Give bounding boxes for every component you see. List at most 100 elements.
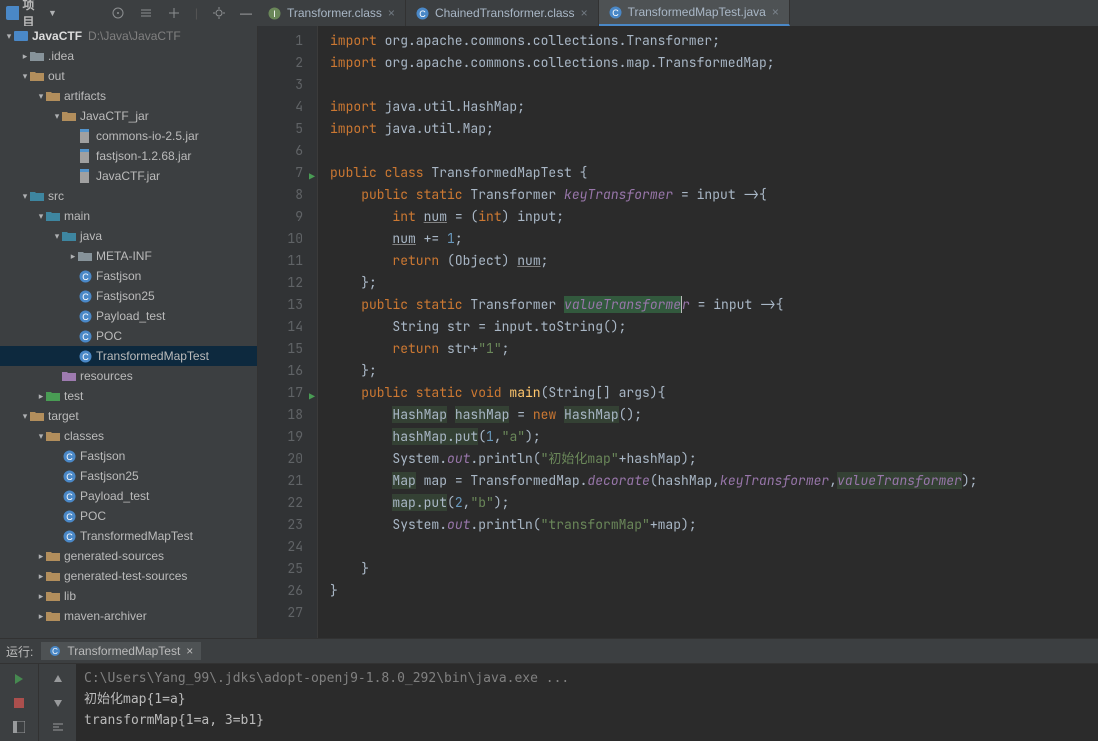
code-area[interactable]: import org.apache.commons.collections.Tr… [318, 26, 1098, 638]
close-icon[interactable]: × [186, 644, 193, 658]
up-icon[interactable] [49, 670, 67, 688]
code-line-11[interactable]: return (Object) num; [330, 250, 1098, 272]
tree-root[interactable]: ▾ JavaCTF D:\Java\JavaCTF [0, 26, 257, 46]
code-line-2[interactable]: import org.apache.commons.collections.ma… [330, 52, 1098, 74]
tab-TransformedMapTest-java[interactable]: CTransformedMapTest.java× [599, 0, 790, 26]
svg-text:C: C [82, 292, 89, 302]
code-line-4[interactable]: import java.util.HashMap; [330, 96, 1098, 118]
code-line-26[interactable]: } [330, 580, 1098, 602]
jar-icon [78, 129, 92, 143]
wrap-icon[interactable] [49, 718, 67, 736]
code-line-5[interactable]: import java.util.Map; [330, 118, 1098, 140]
layout-button[interactable] [10, 718, 28, 736]
code-line-14[interactable]: String str = input.toString(); [330, 316, 1098, 338]
tree-node-out[interactable]: ▾out [0, 66, 257, 86]
code-line-19[interactable]: hashMap.put(1,"a"); [330, 426, 1098, 448]
tree-node-JavaCTF-jar[interactable]: JavaCTF.jar [0, 166, 257, 186]
project-tree[interactable]: ▾ JavaCTF D:\Java\JavaCTF ▸.idea▾out▾art… [0, 26, 258, 638]
node-label: main [64, 209, 90, 223]
hide-button[interactable]: — [240, 6, 252, 20]
code-line-25[interactable]: } [330, 558, 1098, 580]
code-line-24[interactable] [330, 536, 1098, 558]
gutter[interactable]: 1234567▶891011121314151617▶1819202122232… [258, 26, 318, 638]
code-line-16[interactable]: }; [330, 360, 1098, 382]
code-line-17[interactable]: public static void main(String[] args){ [330, 382, 1098, 404]
run-tab[interactable]: C TransformedMapTest × [41, 642, 201, 660]
folder-icon [46, 429, 60, 443]
folder-test-icon [46, 389, 60, 403]
tree-node-lib[interactable]: ▸lib [0, 586, 257, 606]
tree-node-Fastjson25[interactable]: CFastjson25 [0, 286, 257, 306]
code-line-6[interactable] [330, 140, 1098, 162]
code-line-12[interactable]: }; [330, 272, 1098, 294]
folder-icon [46, 569, 60, 583]
tree-node-artifacts[interactable]: ▾artifacts [0, 86, 257, 106]
node-label: META-INF [96, 249, 152, 263]
tree-node-generated-test-sources[interactable]: ▸generated-test-sources [0, 566, 257, 586]
tree-node-main[interactable]: ▾main [0, 206, 257, 226]
code-editor[interactable]: 1234567▶891011121314151617▶1819202122232… [258, 26, 1098, 638]
tree-node-test[interactable]: ▸test [0, 386, 257, 406]
class-icon: C [62, 509, 76, 523]
collapse-icon[interactable] [139, 6, 153, 20]
tree-node-target[interactable]: ▾target [0, 406, 257, 426]
node-label: maven-archiver [64, 609, 147, 623]
tree-node-fastjson-1-2-68-jar[interactable]: fastjson-1.2.68.jar [0, 146, 257, 166]
target-icon[interactable] [111, 6, 125, 20]
tree-node-POC[interactable]: CPOC [0, 506, 257, 526]
console-output[interactable]: C:\Users\Yang_99\.jdks\adopt-openj9-1.8.… [76, 664, 1098, 741]
code-line-3[interactable] [330, 74, 1098, 96]
code-line-8[interactable]: public static Transformer keyTransformer… [330, 184, 1098, 206]
gear-icon[interactable] [212, 6, 226, 20]
code-line-23[interactable]: System.out.println("transformMap"+map); [330, 514, 1098, 536]
rerun-button[interactable] [10, 670, 28, 688]
tree-node-JavaCTF-jar[interactable]: ▾JavaCTF_jar [0, 106, 257, 126]
code-line-21[interactable]: Map map = TransformedMap.decorate(hashMa… [330, 470, 1098, 492]
code-line-20[interactable]: System.out.println("初始化map"+hashMap); [330, 448, 1098, 470]
code-line-15[interactable]: return str+"1"; [330, 338, 1098, 360]
folder-res-icon [62, 369, 76, 383]
folder-gray-icon [78, 249, 92, 263]
code-line-13[interactable]: public static Transformer valueTransform… [330, 294, 1098, 316]
tree-node-generated-sources[interactable]: ▸generated-sources [0, 546, 257, 566]
node-label: JavaCTF.jar [96, 169, 160, 183]
tree-node-maven-archiver[interactable]: ▸maven-archiver [0, 606, 257, 626]
tab-label: Transformer.class [287, 6, 382, 20]
tree-node-TransformedMapTest[interactable]: CTransformedMapTest [0, 526, 257, 546]
tree-node-commons-io-2-5-jar[interactable]: commons-io-2.5.jar [0, 126, 257, 146]
code-line-10[interactable]: num += 1; [330, 228, 1098, 250]
tree-node-Fastjson[interactable]: CFastjson [0, 266, 257, 286]
tree-node-Fastjson[interactable]: CFastjson [0, 446, 257, 466]
close-icon[interactable]: × [388, 6, 395, 20]
code-line-27[interactable] [330, 602, 1098, 624]
tree-node-java[interactable]: ▾java [0, 226, 257, 246]
svg-text:C: C [52, 647, 58, 656]
tab-Transformer-class[interactable]: ITransformer.class× [258, 0, 406, 26]
tree-node-Fastjson25[interactable]: CFastjson25 [0, 466, 257, 486]
node-label: Fastjson25 [80, 469, 139, 483]
close-icon[interactable]: × [581, 6, 588, 20]
tree-node-resources[interactable]: resources [0, 366, 257, 386]
expand-icon[interactable] [167, 6, 181, 20]
code-line-22[interactable]: map.put(2,"b"); [330, 492, 1098, 514]
code-line-18[interactable]: HashMap hashMap = new HashMap(); [330, 404, 1098, 426]
tree-node-META-INF[interactable]: ▸META-INF [0, 246, 257, 266]
project-tool-label[interactable]: 项目 ▼ | — [0, 0, 258, 26]
tree-node-classes[interactable]: ▾classes [0, 426, 257, 446]
tab-ChainedTransformer-class[interactable]: CChainedTransformer.class× [406, 0, 599, 26]
folder-icon [46, 549, 60, 563]
stop-button[interactable] [10, 694, 28, 712]
svg-text:C: C [66, 492, 73, 502]
code-line-9[interactable]: int num = (int) input; [330, 206, 1098, 228]
tree-node-Payload-test[interactable]: CPayload_test [0, 306, 257, 326]
tree-node-src[interactable]: ▾src [0, 186, 257, 206]
code-line-7[interactable]: public class TransformedMapTest { [330, 162, 1098, 184]
tree-node-POC[interactable]: CPOC [0, 326, 257, 346]
close-icon[interactable]: × [772, 5, 779, 19]
folder-src-icon [46, 209, 60, 223]
down-icon[interactable] [49, 694, 67, 712]
code-line-1[interactable]: import org.apache.commons.collections.Tr… [330, 30, 1098, 52]
tree-node--idea[interactable]: ▸.idea [0, 46, 257, 66]
tree-node-Payload-test[interactable]: CPayload_test [0, 486, 257, 506]
tree-node-TransformedMapTest[interactable]: CTransformedMapTest [0, 346, 257, 366]
